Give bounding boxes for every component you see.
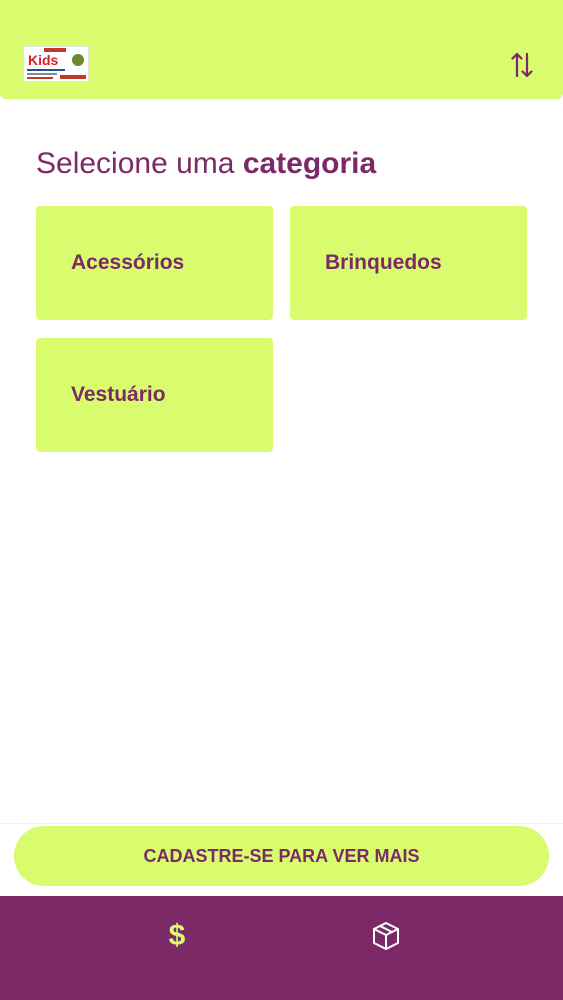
- category-card-acessorios[interactable]: Acessórios: [36, 206, 273, 320]
- dollar-icon: $: [168, 919, 186, 952]
- store-logo[interactable]: Kids: [23, 46, 89, 82]
- header: Kids: [0, 0, 563, 99]
- category-card-vestuario[interactable]: Vestuário: [36, 338, 273, 452]
- sort-arrows-icon: [511, 52, 533, 78]
- package-icon: [373, 922, 399, 950]
- category-card-brinquedos[interactable]: Brinquedos: [290, 206, 527, 320]
- page-title-prefix: Selecione uma: [36, 147, 235, 180]
- nav-prices-button[interactable]: $: [155, 916, 199, 956]
- nav-products-button[interactable]: [364, 916, 408, 956]
- category-label: Vestuário: [71, 383, 166, 406]
- app-screen: Kids Selecione uma categoria Acessórios …: [0, 0, 563, 1000]
- bottom-nav: $: [0, 896, 563, 1000]
- svg-text:Kids: Kids: [28, 52, 59, 68]
- signup-button-label: CADASTRE-SE PARA VER MAIS: [143, 845, 420, 866]
- page-title: Selecione uma categoria: [36, 144, 376, 184]
- sort-button[interactable]: [505, 48, 539, 82]
- category-label: Acessórios: [71, 251, 185, 274]
- signup-button[interactable]: CADASTRE-SE PARA VER MAIS: [14, 826, 549, 886]
- category-label: Brinquedos: [325, 251, 442, 274]
- page-title-emphasis: categoria: [242, 147, 377, 180]
